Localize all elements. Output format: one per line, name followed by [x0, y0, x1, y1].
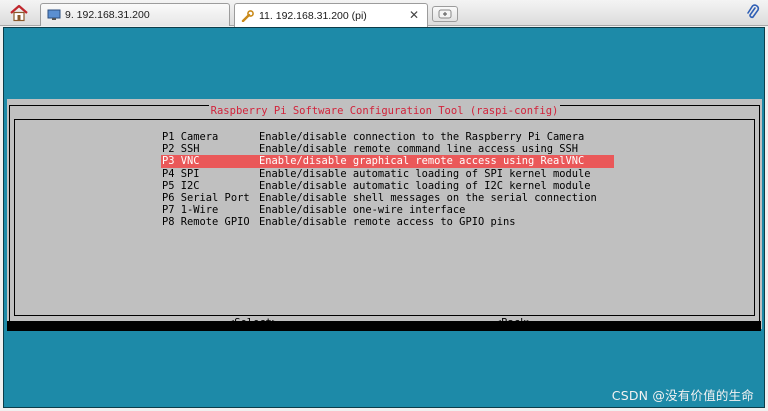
menu-item-p7-1-wire[interactable]: P7 1-Wire Enable/disable one-wire interfa… [162, 204, 614, 216]
menu-item-p2-ssh[interactable]: P2 SSH Enable/disable remote command line… [162, 143, 614, 155]
tab-bar: 9. 192.168.31.200 11. 192.168.31.200 (pi… [0, 0, 768, 27]
close-tab-icon[interactable]: ✕ [409, 8, 419, 22]
menu-item-p8-remote-gpio[interactable]: P8 Remote GPIO Enable/disable remote acce… [162, 216, 614, 228]
add-tab-icon [438, 9, 452, 19]
dialog-shadow [7, 321, 761, 331]
options-menu: P1 Camera Enable/disable connection to th… [161, 131, 614, 229]
dialog-title: Raspberry Pi Software Configuration Tool… [208, 105, 561, 117]
tab-label: 9. 192.168.31.200 [65, 9, 150, 21]
menu-item-p6-serial-port[interactable]: P6 Serial Port Enable/disable shell messa… [162, 192, 614, 204]
raspi-config-dialog: Raspberry Pi Software Configuration Tool… [7, 99, 762, 329]
paperclip-icon[interactable] [746, 4, 760, 22]
tab-label: 11. 192.168.31.200 (pi) [259, 9, 367, 22]
home-icon [10, 4, 28, 22]
menu-item-p1-camera[interactable]: P1 Camera Enable/disable connection to th… [162, 131, 614, 143]
terminal-window[interactable]: Raspberry Pi Software Configuration Tool… [3, 27, 765, 408]
tab-session-11[interactable]: 11. 192.168.31.200 (pi) ✕ [234, 3, 428, 27]
menu-item-p4-spi[interactable]: P4 SPI Enable/disable automatic loading o… [162, 168, 614, 180]
tab-session-9[interactable]: 9. 192.168.31.200 [40, 3, 230, 26]
watermark: CSDN @没有价值的生命 [611, 388, 754, 403]
menu-item-p5-i2c[interactable]: P5 I2C Enable/disable automatic loading o… [162, 180, 614, 192]
wrench-icon [241, 9, 254, 22]
menu-item-p3-vnc[interactable]: P3 VNC Enable/disable graphical remote ac… [161, 155, 614, 168]
dialog-border: Raspberry Pi Software Configuration Tool… [9, 105, 760, 329]
home-button[interactable] [6, 3, 32, 23]
new-tab-button[interactable] [432, 6, 458, 22]
monitor-icon [47, 9, 61, 20]
